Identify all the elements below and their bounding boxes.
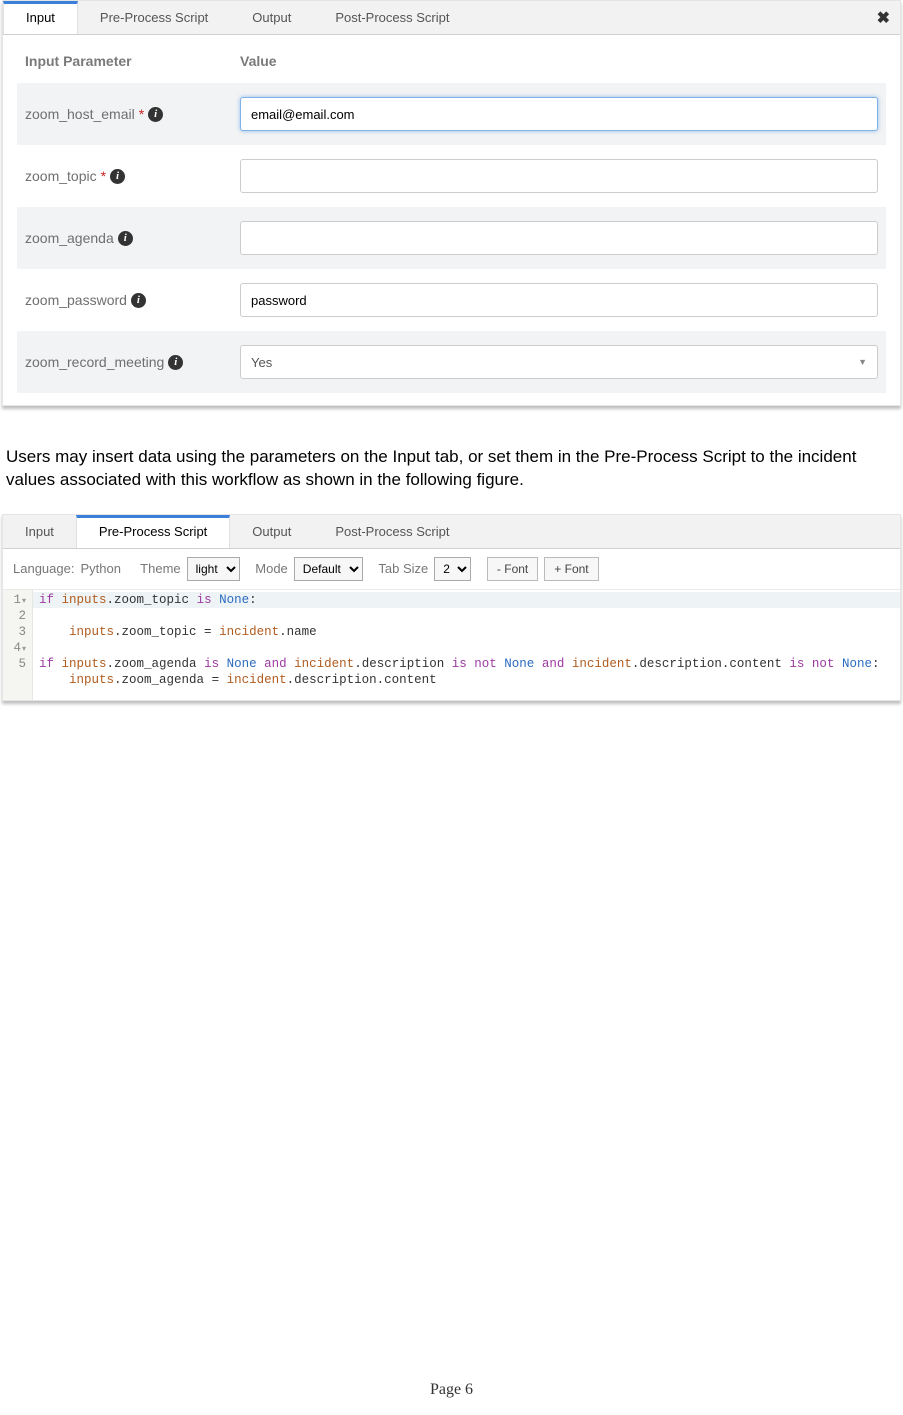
zoom-host-email-input[interactable] xyxy=(240,97,878,131)
tab-postprocess[interactable]: Post-Process Script xyxy=(313,1,471,34)
param-label: zoom_agenda i xyxy=(25,230,240,246)
tab-preprocess-2[interactable]: Pre-Process Script xyxy=(76,515,230,548)
param-label: zoom_record_meeting i xyxy=(25,354,240,370)
theme-select[interactable]: light xyxy=(187,557,240,581)
info-icon[interactable]: i xyxy=(168,355,183,370)
param-label: zoom_topic * i xyxy=(25,168,240,184)
param-row: zoom_password i xyxy=(17,269,886,331)
param-name-text: zoom_record_meeting xyxy=(25,354,164,370)
script-panel: Input Pre-Process Script Output Post-Pro… xyxy=(2,514,901,701)
param-table: Input Parameter Value zoom_host_email * … xyxy=(3,35,900,405)
zoom-password-input[interactable] xyxy=(240,283,878,317)
description-text: Users may insert data using the paramete… xyxy=(6,446,897,492)
param-row: zoom_topic * i xyxy=(17,145,886,207)
header-param: Input Parameter xyxy=(25,53,240,69)
param-row: zoom_record_meeting i Yes ▼ xyxy=(17,331,886,393)
theme-label: Theme xyxy=(140,561,180,576)
select-value: Yes xyxy=(251,355,272,370)
zoom-topic-input[interactable] xyxy=(240,159,878,193)
param-name-text: zoom_topic xyxy=(25,168,97,184)
required-marker: * xyxy=(101,168,106,184)
param-row: zoom_agenda i xyxy=(17,207,886,269)
editor-toolbar: Language: Python Theme light Mode Defaul… xyxy=(3,549,900,590)
font-minus-button[interactable]: - Font xyxy=(487,557,538,581)
tab-preprocess[interactable]: Pre-Process Script xyxy=(78,1,230,34)
param-name-text: zoom_agenda xyxy=(25,230,114,246)
info-icon[interactable]: i xyxy=(131,293,146,308)
header-value: Value xyxy=(240,53,878,69)
font-plus-button[interactable]: + Font xyxy=(544,557,598,581)
zoom-agenda-input[interactable] xyxy=(240,221,878,255)
tab-output[interactable]: Output xyxy=(230,1,313,34)
mode-select[interactable]: Default xyxy=(294,557,363,581)
info-icon[interactable]: i xyxy=(110,169,125,184)
code-editor[interactable]: 1 2 3 4 5 if inputs.zoom_topic is None: … xyxy=(3,590,900,700)
info-icon[interactable]: i xyxy=(118,231,133,246)
mode-label: Mode xyxy=(255,561,288,576)
panel1-tabs: Input Pre-Process Script Output Post-Pro… xyxy=(3,1,900,35)
tab-output-2[interactable]: Output xyxy=(230,515,313,548)
param-name-text: zoom_password xyxy=(25,292,127,308)
required-marker: * xyxy=(139,106,144,122)
language-value: Python xyxy=(80,561,120,576)
tab-input-2[interactable]: Input xyxy=(3,515,76,548)
panel2-tabs: Input Pre-Process Script Output Post-Pro… xyxy=(3,515,900,549)
page-footer: Page 6 xyxy=(0,1381,903,1415)
language-label: Language: xyxy=(13,561,74,576)
param-row: zoom_host_email * i xyxy=(17,83,886,145)
param-name-text: zoom_host_email xyxy=(25,106,135,122)
param-label: zoom_host_email * i xyxy=(25,106,240,122)
zoom-record-meeting-select[interactable]: Yes ▼ xyxy=(240,345,878,379)
param-label: zoom_password i xyxy=(25,292,240,308)
info-icon[interactable]: i xyxy=(148,107,163,122)
tabsize-select[interactable]: 2 xyxy=(434,557,471,581)
code-lines: if inputs.zoom_topic is None: inputs.zoo… xyxy=(33,590,900,700)
input-panel: Input Pre-Process Script Output Post-Pro… xyxy=(2,0,901,406)
tab-input[interactable]: Input xyxy=(3,1,78,34)
param-header-row: Input Parameter Value xyxy=(17,35,886,83)
close-icon[interactable]: ✖ xyxy=(877,8,890,28)
line-gutter: 1 2 3 4 5 xyxy=(3,590,33,700)
tabsize-label: Tab Size xyxy=(378,561,428,576)
chevron-down-icon: ▼ xyxy=(858,357,867,367)
tab-postprocess-2[interactable]: Post-Process Script xyxy=(313,515,471,548)
